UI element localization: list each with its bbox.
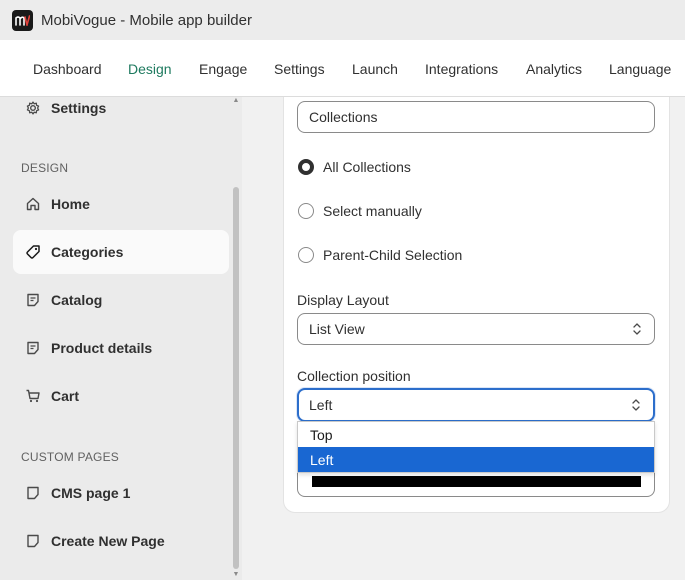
sidebar-item-label: Product details (51, 340, 153, 356)
collections-field-value: Collections (309, 109, 378, 125)
dropdown-option-top[interactable]: Top (298, 422, 654, 447)
sidebar-item-label: CMS page 1 (51, 485, 131, 501)
sidebar-item-label: Home (51, 196, 90, 212)
display-layout-label: Display Layout (297, 292, 389, 308)
sidebar-item-label: Create New Page (51, 533, 165, 549)
tab-engage[interactable]: Engage (199, 61, 247, 77)
collection-position-dropdown: Top Left (297, 421, 655, 473)
scroll-down-arrow-icon[interactable]: ▼ (231, 571, 241, 579)
radio-parent-child-selection[interactable]: Parent-Child Selection (298, 245, 462, 265)
cart-icon (25, 388, 41, 404)
dropdown-option-left[interactable]: Left (298, 447, 654, 472)
window-title: MobiVogue - Mobile app builder (41, 11, 252, 29)
sidebar-scroll-thumb[interactable] (233, 187, 239, 569)
sidebar-item-categories[interactable]: Categories (13, 230, 229, 274)
radio-label: Parent-Child Selection (323, 247, 463, 263)
sidebar-item-label: Categories (51, 244, 124, 260)
page-icon (25, 533, 41, 549)
select-chevron-icon (633, 323, 641, 335)
tab-settings[interactable]: Settings (274, 61, 325, 77)
page-icon (25, 485, 41, 501)
note-icon (25, 292, 41, 308)
select-chevron-icon (632, 399, 640, 411)
display-layout-select[interactable]: List View (297, 313, 655, 345)
scroll-up-arrow-icon[interactable]: ▲ (231, 97, 241, 105)
radio-button[interactable] (298, 159, 314, 175)
collection-position-label: Collection position (297, 368, 411, 384)
sidebar-item-label: Cart (51, 388, 80, 404)
tab-design[interactable]: Design (128, 61, 172, 77)
collection-position-value: Left (309, 397, 333, 413)
sidebar-item-create-new-page[interactable]: Create New Page (13, 519, 229, 563)
obscured-field-bar (312, 476, 641, 487)
custom-pages-section-heading: CUSTOM PAGES (21, 450, 119, 464)
collection-position-select[interactable]: Left (297, 388, 655, 422)
sidebar-item-cart[interactable]: Cart (13, 374, 229, 418)
collections-field[interactable]: Collections (297, 101, 655, 133)
note-icon (25, 340, 41, 356)
sidebar-item-label: Catalog (51, 292, 103, 308)
radio-all-collections[interactable]: All Collections (298, 157, 411, 177)
tab-language[interactable]: Language (609, 61, 671, 77)
tab-dashboard[interactable]: Dashboard (33, 61, 102, 77)
tag-icon (25, 244, 41, 260)
display-layout-value: List View (309, 321, 365, 337)
sidebar-item-home[interactable]: Home (13, 182, 229, 226)
radio-label: Select manually (323, 203, 422, 219)
tab-analytics[interactable]: Analytics (526, 61, 582, 77)
mv-logo-icon (15, 14, 30, 26)
sidebar-item-cms-page-1[interactable]: CMS page 1 (13, 471, 229, 515)
app-logo (12, 9, 33, 31)
sidebar-item-catalog[interactable]: Catalog (13, 278, 229, 322)
sidebar-item-settings[interactable]: Settings (13, 86, 229, 130)
sidebar-item-product-details[interactable]: Product details (13, 326, 229, 370)
tab-integrations[interactable]: Integrations (425, 61, 498, 77)
radio-label: All Collections (323, 159, 411, 175)
gear-icon (25, 100, 41, 116)
radio-button[interactable] (298, 203, 314, 219)
design-section-heading: DESIGN (21, 161, 69, 175)
window-titlebar: MobiVogue - Mobile app builder (0, 0, 685, 40)
home-icon (25, 196, 41, 212)
radio-select-manually[interactable]: Select manually (298, 201, 422, 221)
sidebar-item-label: Settings (51, 100, 107, 116)
radio-button[interactable] (298, 247, 314, 263)
tab-launch[interactable]: Launch (352, 61, 398, 77)
